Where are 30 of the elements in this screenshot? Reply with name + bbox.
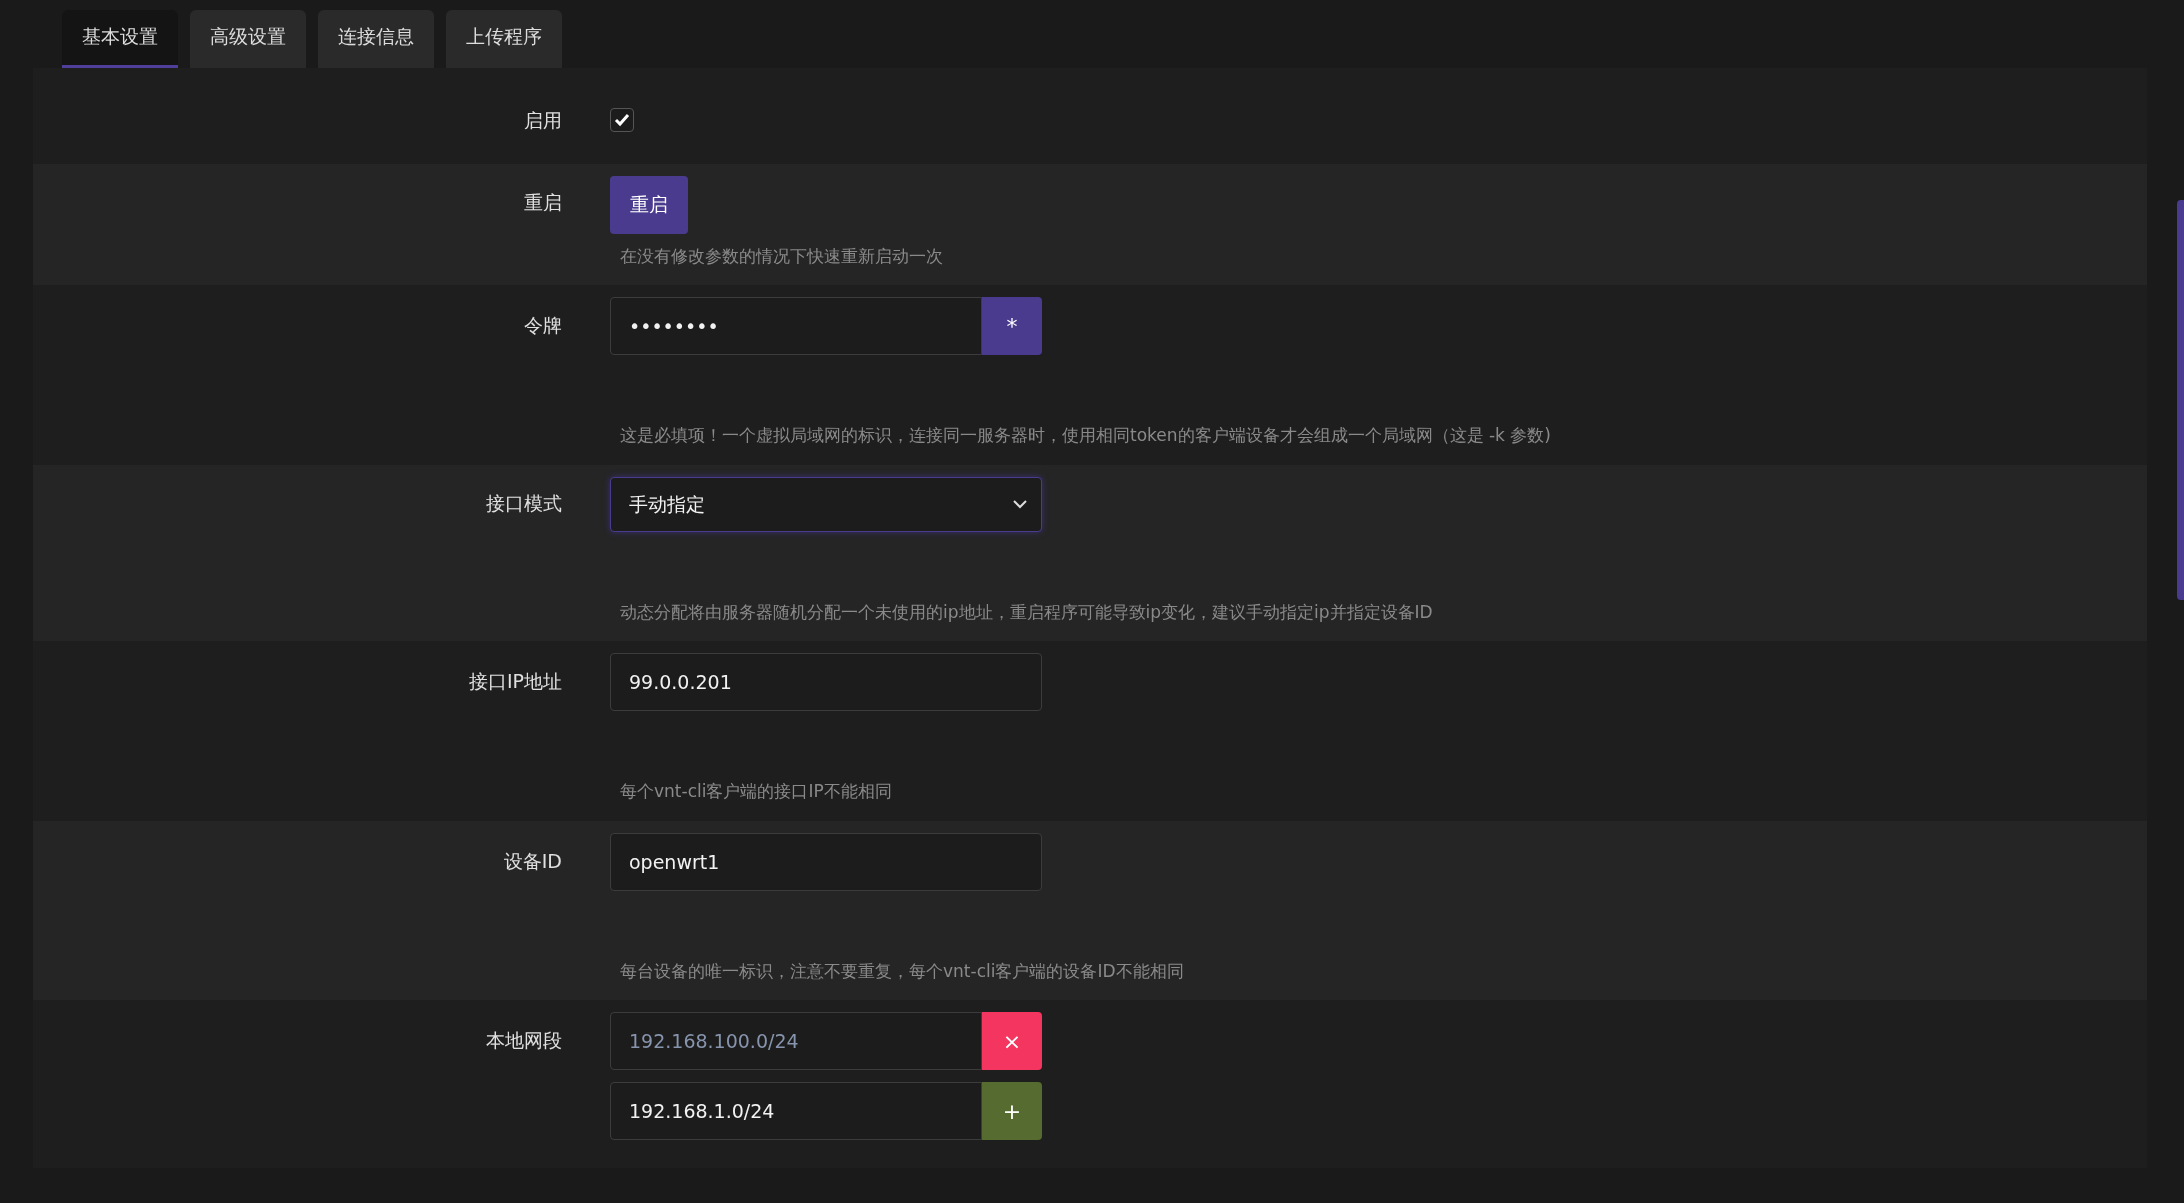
chevron-down-icon [1013,499,1027,509]
field-label: 接口模式 [485,490,562,516]
mode-select[interactable]: 手动指定 [610,476,1042,532]
tab[interactable]: 连接信息 [318,10,434,68]
tab[interactable]: 基本设置 [62,10,178,68]
checkmark-icon [614,112,630,127]
enable-checkbox[interactable] [610,107,634,132]
tab[interactable]: 高级设置 [190,10,306,68]
field-label: 重启 [523,189,562,215]
remove-button[interactable]: × [982,1012,1042,1070]
field-label: 启用 [523,107,562,133]
field-label: 设备ID [502,848,562,874]
input-field[interactable]: 99.0.0.201 [610,653,1042,711]
reveal-button[interactable]: * [982,297,1042,355]
input-field[interactable]: 192.168.1.0/24 [610,1082,982,1140]
tab[interactable]: 上传程序 [446,10,562,68]
help-text: 每个vnt-cli客户端的接口IP不能相同 [620,780,893,803]
help-text: 动态分配将由服务器随机分配一个未使用的ip地址，重启程序可能导致ip变化，建议手动指定ip并指定设备ID [620,600,1433,624]
input-field[interactable]: 192.168.100.0/24 [610,1012,982,1070]
field-label: 本地网段 [485,1028,562,1053]
restart-button[interactable]: 重启 [610,175,688,234]
field-label: 令牌 [523,313,562,338]
input-field[interactable]: openwrt1 [610,832,1042,891]
help-text: 在没有修改参数的情况下快速重新启动一次 [620,244,943,268]
password-field[interactable]: •••••••• [610,297,982,355]
help-text: 这是必填项！一个虚拟局域网的标识，连接同一服务器时，使用相同token的客户端设备才会组成一个局域网（这是 -k 参数) [620,424,1551,447]
help-text: 每台设备的唯一标识，注意不要重复，每个vnt-cli客户端的设备ID不能相同 [620,959,1184,983]
field-label: 接口IP地址 [467,669,562,694]
add-button[interactable]: + [982,1082,1042,1140]
scrollbar-thumb[interactable] [2177,200,2184,600]
